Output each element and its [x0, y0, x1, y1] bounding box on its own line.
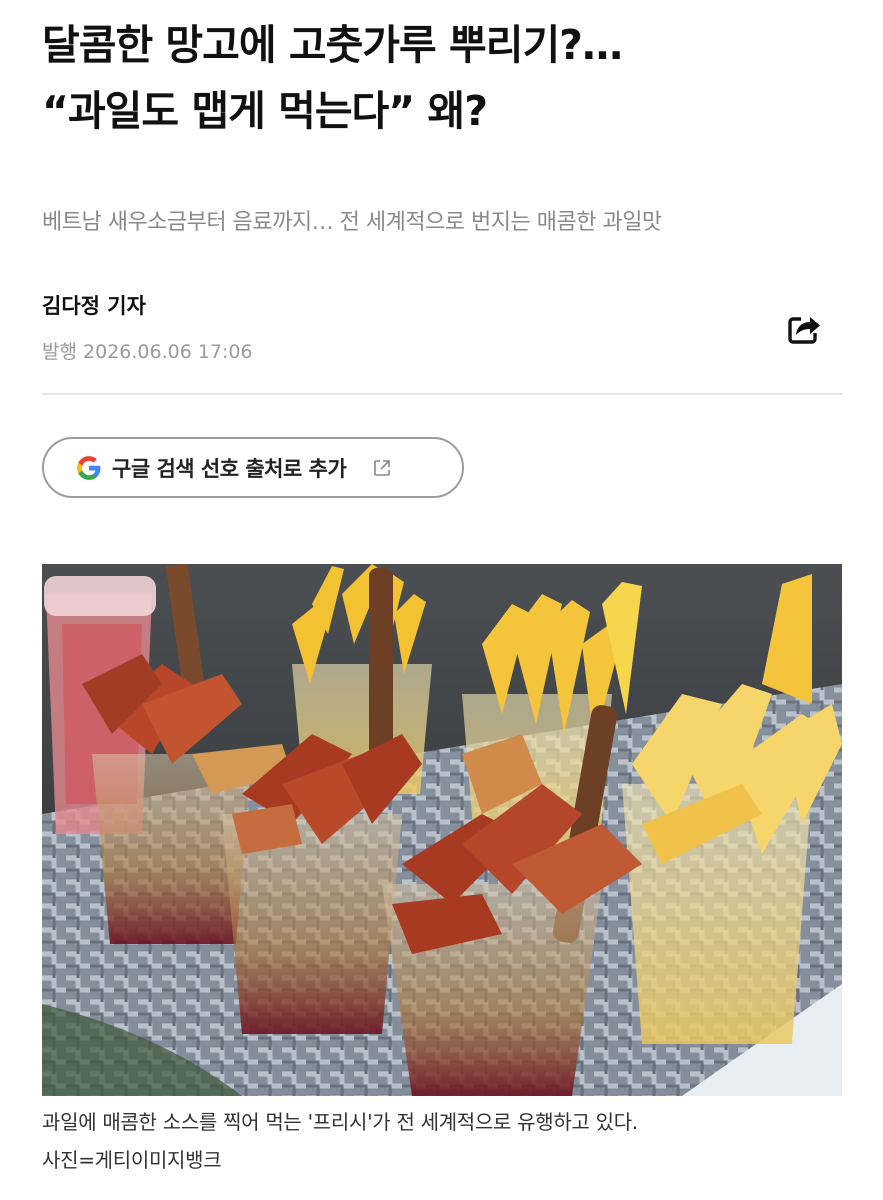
headline-line-1: 달콤한 망고에 고춧가루 뿌리기?… — [42, 21, 623, 69]
external-link-icon — [372, 458, 392, 478]
divider — [42, 393, 842, 395]
google-g-icon — [76, 455, 102, 481]
share-button[interactable] — [782, 306, 826, 350]
photo-caption: 과일에 매콤한 소스를 찍어 먹는 '프리시'가 전 세계적으로 유행하고 있다… — [42, 1103, 852, 1179]
article-photo — [42, 564, 842, 1096]
subtitle: 베트남 새우소금부터 음료까지… 전 세계적으로 번지는 매콤한 과일맛 — [42, 210, 662, 235]
headline: 달콤한 망고에 고춧가루 뿌리기?… “과일도 맵게 먹는다” 왜? — [42, 12, 842, 144]
publish-info: 발행 2026.06.06 17:06 — [42, 337, 253, 364]
share-icon — [784, 308, 824, 348]
caption-line-2: 사진=게티이미지뱅크 — [42, 1148, 222, 1172]
published-datetime: 2026.06.06 17:06 — [83, 341, 253, 363]
add-preferred-source-label: 구글 검색 선호 출처로 추가 — [112, 456, 347, 481]
add-preferred-source-button[interactable]: 구글 검색 선호 출처로 추가 — [42, 437, 464, 498]
published-label: 발행 — [42, 341, 77, 363]
headline-line-2: “과일도 맵게 먹는다” 왜? — [42, 87, 488, 135]
caption-line-1: 과일에 매콤한 소스를 찍어 먹는 '프리시'가 전 세계적으로 유행하고 있다… — [42, 1110, 638, 1134]
author-name[interactable]: 김다정 기자 — [42, 290, 146, 320]
fruit-cups-photo — [42, 564, 842, 1096]
